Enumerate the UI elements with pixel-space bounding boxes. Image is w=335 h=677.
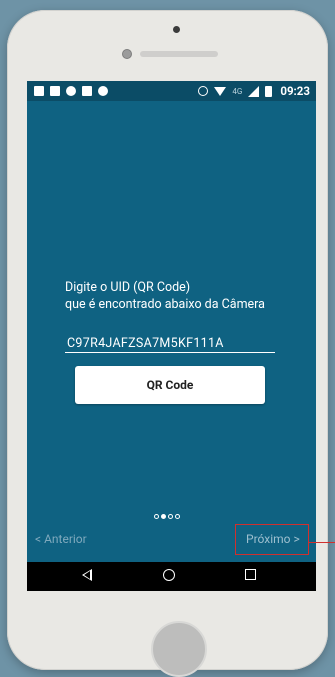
clock: 09:23 (280, 84, 310, 98)
home-button[interactable] (151, 621, 207, 677)
uid-instruction: Digite o UID (QR Code) que é encontrado … (65, 279, 265, 313)
system-icons: 4G 09:23 (198, 81, 310, 101)
next-button[interactable]: Próximo > (246, 532, 300, 546)
image-icon (50, 86, 60, 96)
app-screen: 4G 09:23 Digite o UID (QR Code) que é en… (27, 81, 316, 591)
earpiece (140, 51, 218, 57)
page-dot-1 (154, 514, 159, 519)
page-dot-4 (175, 514, 180, 519)
home-icon[interactable] (163, 569, 175, 581)
front-camera (122, 49, 132, 59)
highlight-connector-line (309, 542, 335, 543)
instruction-line-2: que é encontrado abaixo da Câmera (65, 297, 265, 312)
fish-icon (66, 86, 76, 96)
uid-input[interactable] (65, 334, 275, 353)
navigation-bar (27, 562, 316, 591)
mail-icon (82, 86, 92, 96)
notification-icons (27, 86, 108, 96)
instruction-line-1: Digite o UID (QR Code) (65, 280, 191, 295)
alarm-icon (198, 86, 209, 96)
previous-button[interactable]: < Anterior (35, 532, 87, 546)
battery-icon (265, 85, 273, 97)
qr-code-button[interactable]: QR Code (75, 366, 265, 404)
status-bar: 4G 09:23 (27, 81, 316, 101)
android-icon (98, 86, 108, 96)
page-dot-2 (161, 514, 166, 519)
recent-apps-icon[interactable] (245, 569, 256, 580)
back-icon[interactable] (82, 569, 92, 581)
facebook-icon (34, 86, 44, 96)
signal-icon (248, 85, 260, 97)
front-sensor (173, 26, 180, 33)
wifi-icon (214, 86, 227, 96)
page-dot-3 (168, 514, 173, 519)
network-type: 4G (232, 86, 243, 96)
page-indicator (154, 514, 180, 519)
